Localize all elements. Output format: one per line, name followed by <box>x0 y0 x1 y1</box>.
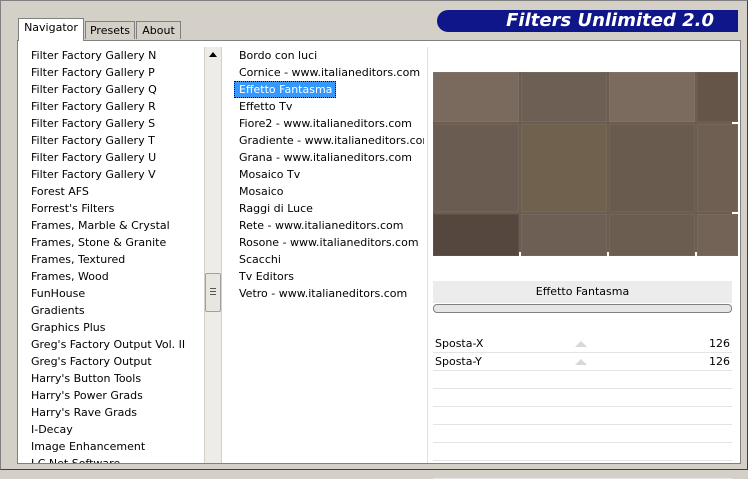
filter-item[interactable]: Cornice - www.italianeditors.com <box>234 64 424 81</box>
param-slider-row[interactable]: Sposta-X 126 <box>433 335 732 353</box>
tab-navigator[interactable]: Navigator <box>18 18 84 41</box>
preview-tile <box>433 72 519 122</box>
preview-tile <box>433 214 519 256</box>
arrow-up-icon[interactable] <box>209 52 217 57</box>
category-item[interactable]: Forest AFS <box>26 183 204 200</box>
category-item[interactable]: Gradients <box>26 302 204 319</box>
preview-tile <box>697 214 738 256</box>
filter-item[interactable]: Fiore2 - www.italianeditors.com <box>234 115 416 132</box>
column-divider <box>221 47 222 463</box>
category-list[interactable]: Filter Factory Gallery N Filter Factory G… <box>26 47 204 463</box>
filter-item[interactable]: Raggi di Luce <box>234 200 317 217</box>
slider-marker-icon[interactable] <box>575 359 587 365</box>
filter-item[interactable]: Tv Editors <box>234 268 298 285</box>
category-item[interactable]: I.C.Net Software <box>26 455 204 463</box>
column-divider <box>427 47 428 463</box>
param-value: 126 <box>709 337 730 350</box>
param-empty-row <box>433 461 732 479</box>
category-item[interactable]: Graphics Plus <box>26 319 204 336</box>
param-slider-row[interactable]: Sposta-Y 126 <box>433 353 732 371</box>
category-item[interactable]: Filter Factory Gallery S <box>26 115 204 132</box>
tab-presets-label: Presets <box>89 24 131 37</box>
param-empty-row <box>433 389 732 407</box>
category-item[interactable]: Frames, Marble & Crystal <box>26 217 204 234</box>
param-value: 126 <box>709 355 730 368</box>
preview-tile <box>609 72 695 122</box>
tab-about-label: About <box>142 24 175 37</box>
param-label: Sposta-X <box>435 337 484 350</box>
category-item[interactable]: Filter Factory Gallery N <box>26 47 204 64</box>
preview-tile <box>697 124 738 212</box>
category-item[interactable]: Filter Factory Gallery P <box>26 64 204 81</box>
tab-presets[interactable]: Presets <box>85 21 135 39</box>
param-empty-row <box>433 443 732 461</box>
slider-marker-icon[interactable] <box>575 341 587 347</box>
category-scrollbar[interactable] <box>204 47 222 463</box>
category-item[interactable]: Filter Factory Gallery R <box>26 98 204 115</box>
filter-item-selected[interactable]: Effetto Fantasma <box>234 81 337 98</box>
category-item[interactable]: Greg's Factory Output Vol. II <box>26 336 204 353</box>
filter-item[interactable]: Gradiente - www.italianeditors.com <box>234 132 424 149</box>
app-banner: Filters Unlimited 2.0 <box>437 10 738 32</box>
category-item[interactable]: Harry's Button Tools <box>26 370 204 387</box>
banner-title: Filters Unlimited 2.0 <box>506 10 714 31</box>
param-empty-row <box>433 371 732 389</box>
filter-item[interactable]: Vetro - www.italianeditors.com <box>234 285 411 302</box>
filter-item[interactable]: Grana - www.italianeditors.com <box>234 149 416 166</box>
preview-tile <box>609 214 695 256</box>
category-item[interactable]: I-Decay <box>26 421 204 438</box>
category-item[interactable]: FunHouse <box>26 285 204 302</box>
grip-icon <box>210 288 216 289</box>
preview-tile <box>521 72 607 122</box>
preview-tile <box>697 72 738 122</box>
category-item[interactable]: Harry's Power Grads <box>26 387 204 404</box>
filter-item[interactable]: Bordo con luci <box>234 47 321 64</box>
filter-item[interactable]: Rosone - www.italianeditors.com <box>234 234 423 251</box>
preview-tile <box>521 124 607 212</box>
category-item[interactable]: Frames, Stone & Granite <box>26 234 204 251</box>
selected-filter-name: Effetto Fantasma <box>433 281 732 303</box>
category-item[interactable]: Filter Factory Gallery Q <box>26 81 204 98</box>
tab-navigator-label: Navigator <box>24 21 78 34</box>
preview-tile <box>609 124 695 212</box>
filter-item[interactable]: Scacchi <box>234 251 285 268</box>
category-item[interactable]: Frames, Wood <box>26 268 204 285</box>
category-item[interactable]: Filter Factory Gallery U <box>26 149 204 166</box>
parameter-sliders: Sposta-X 126 Sposta-Y 126 <box>433 335 732 479</box>
category-item[interactable]: Frames, Textured <box>26 251 204 268</box>
tab-about[interactable]: About <box>136 21 181 39</box>
preview-image <box>433 72 738 256</box>
filter-list[interactable]: Bordo con luci Cornice - www.italianedito… <box>234 47 424 307</box>
filter-item[interactable]: Mosaico Tv <box>234 166 304 183</box>
param-empty-row <box>433 425 732 443</box>
preview-tile <box>433 124 519 212</box>
category-item[interactable]: Filter Factory Gallery T <box>26 132 204 149</box>
category-item[interactable]: Harry's Rave Grads <box>26 404 204 421</box>
panel-divider <box>433 304 732 313</box>
category-item[interactable]: Filter Factory Gallery V <box>26 166 204 183</box>
category-item[interactable]: Image Enhancement <box>26 438 204 455</box>
category-item[interactable]: Greg's Factory Output <box>26 353 204 370</box>
filter-item[interactable]: Effetto Tv <box>234 98 296 115</box>
preview-tile <box>521 214 607 256</box>
scroll-thumb[interactable] <box>205 273 221 312</box>
category-item[interactable]: Forrest's Filters <box>26 200 204 217</box>
param-label: Sposta-Y <box>435 355 482 368</box>
filter-item[interactable]: Mosaico <box>234 183 288 200</box>
filter-item[interactable]: Rete - www.italianeditors.com <box>234 217 407 234</box>
param-empty-row <box>433 407 732 425</box>
